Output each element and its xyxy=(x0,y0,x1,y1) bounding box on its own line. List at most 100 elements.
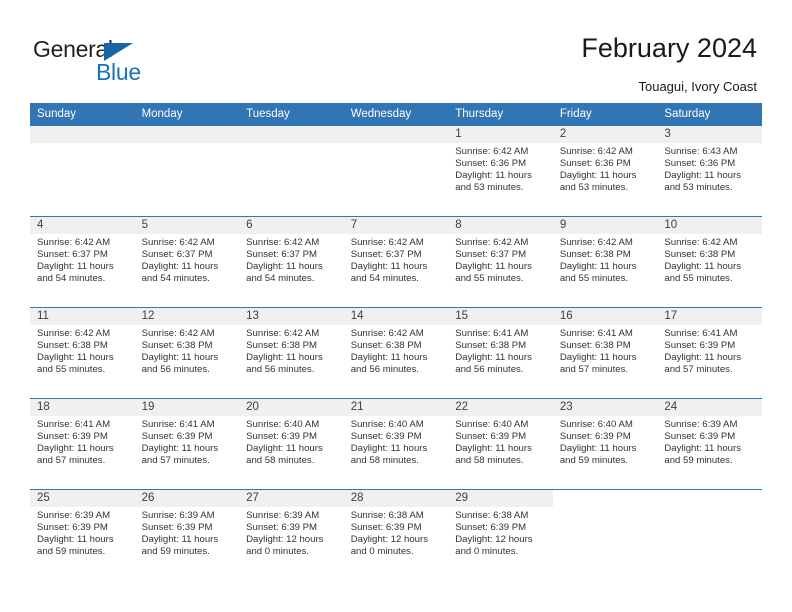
day-cell-inner xyxy=(657,490,762,580)
calendar-day-cell[interactable]: 5 Sunrise: 6:42 AM Sunset: 6:37 PM Daylight… xyxy=(134,216,240,308)
sunrise-time: Sunrise: 6:42 AM xyxy=(246,237,320,248)
calendar-day-cell[interactable]: 29 Sunrise: 6:38 AM Sunset: 6:39 PM Dayligh… xyxy=(448,489,553,580)
page-title: February 2024 xyxy=(581,33,757,63)
day-cell-inner: 19 Sunrise: 6:41 AM Sunset: 6:39 PM Dayligh… xyxy=(134,399,240,489)
day-number: 26 xyxy=(134,490,240,507)
calendar-day-cell[interactable]: 28 Sunrise: 6:38 AM Sunset: 6:39 PM Dayligh… xyxy=(343,489,449,580)
day-number: 11 xyxy=(30,308,135,325)
sunset-time: Sunset: 6:38 PM xyxy=(246,340,318,352)
daylight-duration-line2: and 0 minutes. xyxy=(350,546,414,558)
calendar-day-cell[interactable]: 25 Sunrise: 6:39 AM Sunset: 6:39 PM Dayligh… xyxy=(30,489,135,580)
calendar-day-cell[interactable]: 12 Sunrise: 6:42 AM Sunset: 6:38 PM Dayligh… xyxy=(134,307,240,399)
calendar-day-cell[interactable]: 27 Sunrise: 6:39 AM Sunset: 6:39 PM Dayligh… xyxy=(239,489,344,580)
daylight-duration-line1: Daylight: 11 hours xyxy=(141,352,219,364)
day-details: Sunrise: 6:42 AM Sunset: 6:38 PM Daylight:… xyxy=(239,325,344,376)
day-details: Sunrise: 6:42 AM Sunset: 6:37 PM Daylight:… xyxy=(135,234,240,285)
daylight-duration-line1: Daylight: 11 hours xyxy=(37,352,114,364)
day-details: Sunrise: 6:43 AM Sunset: 6:36 PM Daylight:… xyxy=(657,143,762,194)
daylight-duration-line1: Daylight: 11 hours xyxy=(664,352,741,364)
sunset-time: Sunset: 6:37 PM xyxy=(141,249,213,261)
day-cell-inner xyxy=(343,126,449,216)
daylight-duration-line2: and 59 minutes. xyxy=(37,546,106,558)
sunset-time: Sunset: 6:39 PM xyxy=(141,522,213,534)
calendar-day-cell[interactable]: 18 Sunrise: 6:41 AM Sunset: 6:39 PM Dayligh… xyxy=(30,398,135,490)
sunset-time: Sunset: 6:36 PM xyxy=(559,158,631,170)
calendar-week-row: 25 Sunrise: 6:39 AM Sunset: 6:39 PM Dayligh… xyxy=(30,489,762,580)
calendar-day-cell[interactable]: 10 Sunrise: 6:42 AM Sunset: 6:38 PM Dayligh… xyxy=(657,216,762,308)
calendar-day-cell[interactable]: 22 Sunrise: 6:40 AM Sunset: 6:39 PM Dayligh… xyxy=(448,398,553,490)
sunrise-time: Sunrise: 6:41 AM xyxy=(455,328,529,339)
calendar-day-cell[interactable]: 2 Sunrise: 6:42 AM Sunset: 6:36 PM Daylight… xyxy=(552,125,658,217)
daylight-duration-line2: and 55 minutes. xyxy=(664,273,733,285)
calendar-day-cell[interactable]: 16 Sunrise: 6:41 AM Sunset: 6:38 PM Dayligh… xyxy=(552,307,658,399)
day-number: 25 xyxy=(30,490,135,507)
daylight-duration-line1: Daylight: 11 hours xyxy=(350,443,428,455)
daylight-duration-line2: and 53 minutes. xyxy=(455,182,524,194)
sunrise-time: Sunrise: 6:41 AM xyxy=(37,419,111,430)
sunset-time: Sunset: 6:39 PM xyxy=(455,431,527,443)
calendar-day-cell[interactable]: 3 Sunrise: 6:43 AM Sunset: 6:36 PM Daylight… xyxy=(657,125,762,217)
sunset-time: Sunset: 6:36 PM xyxy=(664,158,736,170)
day-cell-inner: 26 Sunrise: 6:39 AM Sunset: 6:39 PM Dayligh… xyxy=(134,490,240,580)
sunset-time: Sunset: 6:37 PM xyxy=(37,249,108,261)
day-number xyxy=(343,126,449,143)
sunrise-time: Sunrise: 6:38 AM xyxy=(455,510,529,521)
daylight-duration-line2: and 59 minutes. xyxy=(664,455,733,467)
day-cell-inner: 24 Sunrise: 6:39 AM Sunset: 6:39 PM Dayligh… xyxy=(657,399,762,489)
sunrise-time: Sunrise: 6:40 AM xyxy=(350,419,424,430)
daylight-duration-line1: Daylight: 11 hours xyxy=(559,352,637,364)
sunrise-time: Sunrise: 6:42 AM xyxy=(350,237,424,248)
daylight-duration-line1: Daylight: 12 hours xyxy=(455,534,533,546)
calendar-day-cell[interactable]: 7 Sunrise: 6:42 AM Sunset: 6:37 PM Daylight… xyxy=(343,216,449,308)
calendar-day-cell[interactable]: 21 Sunrise: 6:40 AM Sunset: 6:39 PM Dayligh… xyxy=(343,398,449,490)
general-blue-logo[interactable]: General Blue xyxy=(33,36,253,88)
day-details: Sunrise: 6:38 AM Sunset: 6:39 PM Daylight:… xyxy=(344,507,449,558)
day-number: 2 xyxy=(552,126,658,143)
calendar-day-cell[interactable]: 26 Sunrise: 6:39 AM Sunset: 6:39 PM Dayligh… xyxy=(134,489,240,580)
calendar-header-row: Sunday Monday Tuesday Wednesday Thursday Frid… xyxy=(30,103,762,126)
sunrise-time: Sunrise: 6:41 AM xyxy=(664,328,738,339)
calendar-day-cell[interactable]: 6 Sunrise: 6:42 AM Sunset: 6:37 PM Daylight… xyxy=(239,216,344,308)
sunrise-time: Sunrise: 6:40 AM xyxy=(559,419,633,430)
sunset-time: Sunset: 6:39 PM xyxy=(37,522,108,534)
weekday-header-friday: Friday xyxy=(552,103,658,126)
calendar-day-cell[interactable]: 1 Sunrise: 6:42 AM Sunset: 6:36 PM Daylight… xyxy=(448,125,553,217)
daylight-duration-line1: Daylight: 12 hours xyxy=(246,534,324,546)
daylight-duration-line1: Daylight: 11 hours xyxy=(141,443,219,455)
day-cell-inner xyxy=(239,126,344,216)
daylight-duration-line2: and 57 minutes. xyxy=(664,364,733,376)
daylight-duration-line2: and 56 minutes. xyxy=(141,364,210,376)
calendar-day-cell[interactable]: 17 Sunrise: 6:41 AM Sunset: 6:39 PM Dayligh… xyxy=(657,307,762,399)
day-cell-inner: 25 Sunrise: 6:39 AM Sunset: 6:39 PM Dayligh… xyxy=(30,490,135,580)
calendar-day-cell[interactable]: 11 Sunrise: 6:42 AM Sunset: 6:38 PM Dayligh… xyxy=(30,307,135,399)
sunset-time: Sunset: 6:37 PM xyxy=(350,249,422,261)
logo-text-blue: Blue xyxy=(96,59,141,85)
sunset-time: Sunset: 6:39 PM xyxy=(141,431,213,443)
sunrise-time: Sunrise: 6:41 AM xyxy=(141,419,215,430)
day-number: 3 xyxy=(657,126,762,143)
calendar-day-cell[interactable]: 14 Sunrise: 6:42 AM Sunset: 6:38 PM Dayligh… xyxy=(343,307,449,399)
day-details: Sunrise: 6:41 AM Sunset: 6:38 PM Daylight:… xyxy=(448,325,553,376)
calendar-day-cell[interactable]: 20 Sunrise: 6:40 AM Sunset: 6:39 PM Dayligh… xyxy=(239,398,344,490)
sunset-time: Sunset: 6:38 PM xyxy=(664,249,736,261)
day-cell-inner xyxy=(30,126,135,216)
daylight-duration-line1: Daylight: 12 hours xyxy=(350,534,429,546)
sunrise-time: Sunrise: 6:42 AM xyxy=(37,328,111,339)
daylight-duration-line2: and 57 minutes. xyxy=(559,364,629,376)
calendar-day-cell[interactable]: 24 Sunrise: 6:39 AM Sunset: 6:39 PM Dayligh… xyxy=(657,398,762,490)
day-number xyxy=(239,126,344,143)
day-cell-inner: 18 Sunrise: 6:41 AM Sunset: 6:39 PM Dayligh… xyxy=(30,399,135,489)
day-cell-inner: 5 Sunrise: 6:42 AM Sunset: 6:37 PM Daylight… xyxy=(134,217,240,307)
calendar-day-cell[interactable]: 4 Sunrise: 6:42 AM Sunset: 6:37 PM Daylight… xyxy=(30,216,135,308)
calendar-day-cell[interactable]: 13 Sunrise: 6:42 AM Sunset: 6:38 PM Dayligh… xyxy=(239,307,344,399)
day-cell-inner: 13 Sunrise: 6:42 AM Sunset: 6:38 PM Dayligh… xyxy=(239,308,344,398)
calendar-day-cell[interactable]: 9 Sunrise: 6:42 AM Sunset: 6:38 PM Daylight… xyxy=(552,216,658,308)
calendar-day-cell[interactable]: 8 Sunrise: 6:42 AM Sunset: 6:37 PM Daylight… xyxy=(448,216,553,308)
calendar-day-cell[interactable]: 23 Sunrise: 6:40 AM Sunset: 6:39 PM Dayligh… xyxy=(552,398,658,490)
sunset-time: Sunset: 6:37 PM xyxy=(455,249,527,261)
calendar-day-cell[interactable]: 15 Sunrise: 6:41 AM Sunset: 6:38 PM Dayligh… xyxy=(448,307,553,399)
calendar-day-cell[interactable]: 19 Sunrise: 6:41 AM Sunset: 6:39 PM Dayligh… xyxy=(134,398,240,490)
sunset-time: Sunset: 6:37 PM xyxy=(246,249,318,261)
calendar-body: 1 Sunrise: 6:42 AM Sunset: 6:36 PM Daylight… xyxy=(30,125,762,580)
sunrise-time: Sunrise: 6:39 AM xyxy=(246,510,320,521)
